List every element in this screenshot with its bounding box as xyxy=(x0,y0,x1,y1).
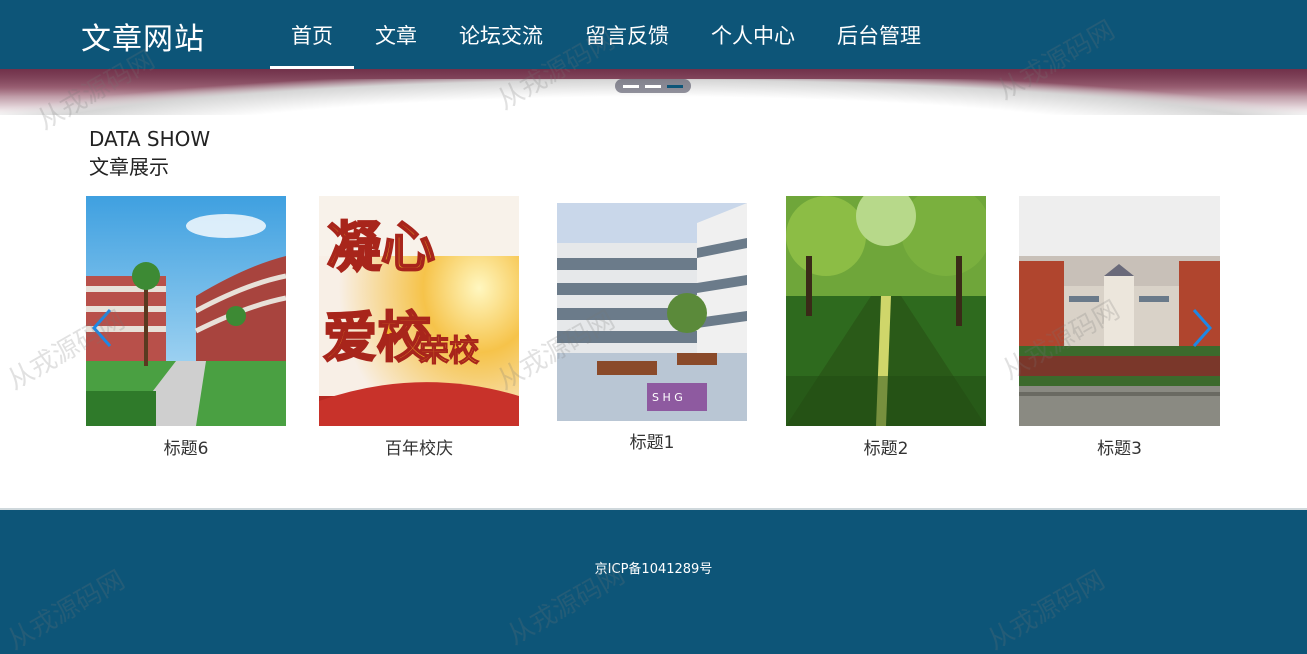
icp-license: 京ICP备1041289号 xyxy=(594,562,713,577)
article-card[interactable]: 凝心 爱校 荣校 百年校庆 xyxy=(319,196,519,459)
article-image[interactable] xyxy=(786,196,986,426)
banner-pagination xyxy=(615,79,691,93)
svg-text:凝心: 凝心 xyxy=(327,216,435,279)
nav-item-forum[interactable]: 论坛交流 xyxy=(438,0,564,69)
page-footer: 京ICP备1041289号 xyxy=(0,508,1307,654)
banner-dot-3[interactable] xyxy=(667,84,683,88)
article-caption[interactable]: 百年校庆 xyxy=(319,434,519,459)
article-caption[interactable]: 标题3 xyxy=(1019,434,1220,459)
article-image[interactable]: 凝心 爱校 荣校 xyxy=(319,196,519,426)
article-image[interactable] xyxy=(86,196,286,426)
section-title-en: DATA SHOW xyxy=(89,127,211,151)
banner-dot-2[interactable] xyxy=(645,84,661,88)
nav-item-feedback[interactable]: 留言反馈 xyxy=(564,0,690,69)
section-title-zh: 文章展示 xyxy=(89,155,169,179)
banner-dot-1[interactable] xyxy=(623,84,639,88)
nav-item-profile[interactable]: 个人中心 xyxy=(690,0,816,69)
chevron-left-icon[interactable] xyxy=(90,306,114,350)
article-caption[interactable]: 标题1 xyxy=(557,428,747,453)
site-logo[interactable]: 文章网站 xyxy=(81,14,205,58)
svg-text:爱校: 爱校 xyxy=(323,306,431,369)
top-navbar: 文章网站 首页 文章 论坛交流 留言反馈 个人中心 后台管理 xyxy=(0,0,1307,69)
main-nav: 首页 文章 论坛交流 留言反馈 个人中心 后台管理 xyxy=(270,0,942,69)
article-caption[interactable]: 标题2 xyxy=(786,434,986,459)
svg-text:荣校: 荣校 xyxy=(419,334,479,369)
nav-item-articles[interactable]: 文章 xyxy=(354,0,438,69)
nav-item-home[interactable]: 首页 xyxy=(270,0,354,69)
chevron-right-icon[interactable] xyxy=(1190,306,1214,350)
article-image[interactable]: S H G xyxy=(557,203,747,421)
article-caption[interactable]: 标题6 xyxy=(86,434,286,459)
banner-carousel xyxy=(0,69,1307,115)
svg-text:S H G: S H G xyxy=(652,391,683,404)
nav-item-admin[interactable]: 后台管理 xyxy=(816,0,942,69)
article-card[interactable]: 标题6 xyxy=(86,196,286,459)
article-card[interactable]: 标题2 xyxy=(786,196,986,459)
section-heading: DATA SHOW 文章展示 xyxy=(89,126,210,182)
article-card[interactable]: S H G 标题1 xyxy=(557,203,747,455)
